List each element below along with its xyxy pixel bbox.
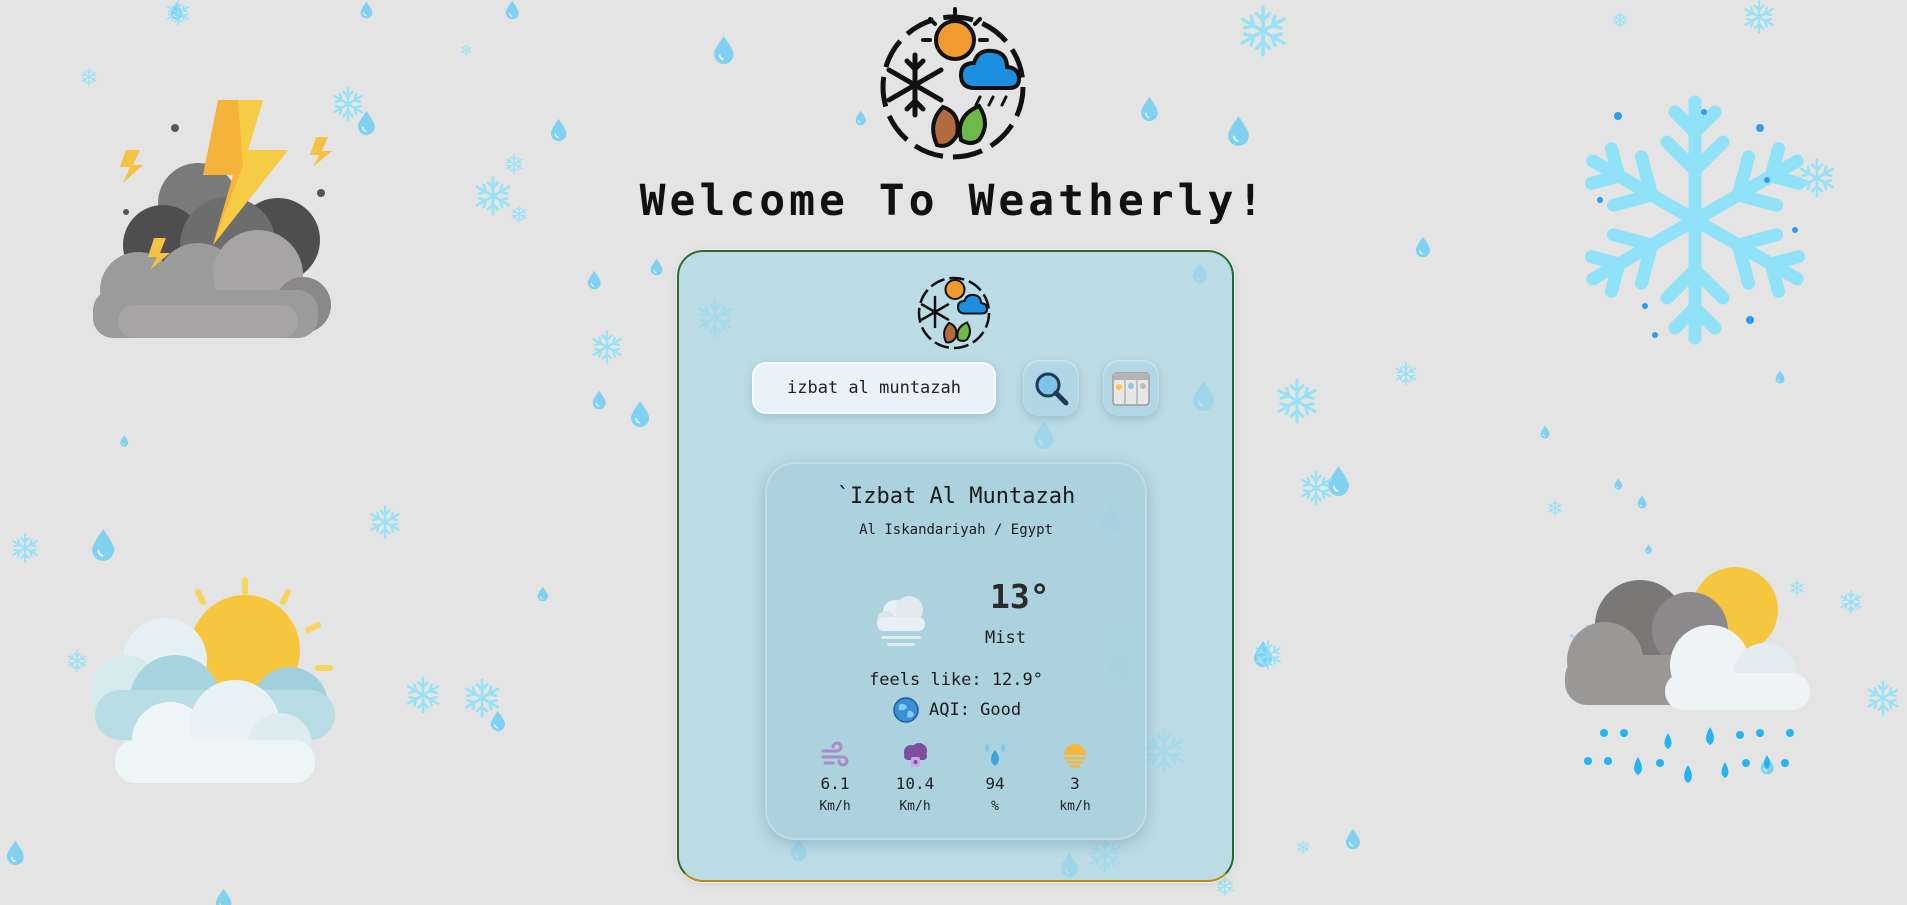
magnifier-icon (1035, 372, 1069, 406)
panel-logo (915, 272, 993, 354)
snowflake-icon (12, 533, 38, 563)
rain-sun-cloud-icon (1565, 567, 1810, 783)
snowflake-icon (166, 0, 190, 26)
raindrop-icon (1345, 828, 1360, 850)
snowflake-icon (1296, 840, 1310, 854)
weather-condition: Mist (985, 628, 1026, 648)
raindrop-icon (1228, 116, 1249, 146)
mist-cloud-icon (877, 596, 925, 646)
raindrop-icon (358, 110, 375, 136)
raindrop-icon (1254, 641, 1273, 667)
globe-icon (893, 697, 919, 723)
aqi-value: AQI: Good (929, 700, 1022, 720)
city-search-input[interactable] (752, 362, 996, 414)
forecast-calendar-icon (1112, 372, 1150, 406)
feels-like-temperature: feels like: 12.9° (869, 670, 1043, 690)
raindrop-icon (1775, 370, 1785, 384)
weatherly-seasons-logo-icon (880, 7, 1026, 160)
raindrop-icon (550, 118, 567, 142)
raindrop-icon (1141, 96, 1158, 122)
header-logo (875, 5, 1031, 165)
snowflake-icon (1300, 470, 1332, 506)
raindrop-icon (505, 0, 519, 20)
raindrop-icon (92, 529, 115, 561)
temperature-value: 13° (990, 577, 1050, 616)
raindrop-icon (1614, 478, 1623, 490)
snowflake-icon (1840, 590, 1862, 614)
snowflake-icon (460, 44, 472, 56)
snowflake-icon (67, 650, 87, 672)
raindrop-icon (650, 258, 663, 276)
visibility-sun-icon (1064, 744, 1086, 768)
raindrop-icon (1540, 425, 1550, 439)
gust-speed-value: 10.4 (895, 774, 935, 793)
raindrop-icon (592, 390, 606, 410)
city-name: `Izbat Al Muntazah (836, 484, 1076, 509)
raindrop-icon (537, 586, 548, 602)
welcome-title: Welcome To Weatherly! (639, 176, 1268, 226)
snowflake-icon (1744, 0, 1774, 34)
raindrop-icon (360, 1, 373, 19)
air-quality-row: AQI: Good (893, 697, 1021, 723)
raindrop-icon (1415, 236, 1430, 258)
humidity-unit: % (991, 799, 999, 814)
raindrop-icon (490, 710, 505, 732)
snowflake-icon (1255, 640, 1281, 670)
humidity-value: 94 (985, 774, 1005, 793)
snowflake-icon (505, 154, 523, 174)
snowflake-icon (1240, 5, 1286, 57)
partly-sunny-icon (90, 577, 335, 783)
weatherly-page: Welcome To Weatherly! izbat al muntazah … (0, 0, 1907, 905)
raindrop-icon (631, 401, 650, 427)
gust-cloud-icon (904, 743, 927, 767)
snowflake-icon (406, 676, 440, 714)
weather-app-panel: `Izbat Al Muntazah Al Iskandariyah / Egy… (677, 250, 1234, 882)
raindrop-icon (215, 888, 232, 905)
forecast-calendar-button[interactable] (1103, 360, 1159, 416)
wind-speed-unit: Km/h (819, 799, 851, 814)
raindrop-icon (1645, 544, 1652, 554)
weather-stats: 6.1 Km/h 10.4 Km/h 94 % 3 km/h (805, 740, 1105, 814)
gust-speed-unit: Km/h (899, 799, 931, 814)
snowflake-icon (1548, 500, 1562, 516)
visibility-unit: km/h (1059, 799, 1091, 814)
snowflake-icon (1613, 12, 1627, 28)
region-country: Al Iskandariyah / Egypt (859, 522, 1053, 538)
humidity-drops-icon (985, 743, 1005, 766)
raindrop-icon (1328, 466, 1349, 496)
snowflake-icon (81, 68, 97, 86)
weatherly-seasons-logo-icon (917, 276, 991, 350)
snowflake-icon (370, 505, 400, 539)
stat-visibility: 3 km/h (1045, 740, 1105, 814)
snowflake-icon (1395, 362, 1417, 386)
snowflake-icon (1277, 378, 1317, 424)
snowflake-icon (592, 330, 622, 364)
search-button[interactable] (1023, 360, 1079, 416)
raindrop-icon (587, 270, 601, 290)
snowflake-icon (464, 678, 500, 718)
stat-wind: 6.1 Km/h (805, 740, 865, 814)
visibility-value: 3 (1070, 774, 1080, 793)
stat-gust: 10.4 Km/h (885, 740, 945, 814)
wind-icon (821, 741, 849, 767)
wind-speed-value: 6.1 (820, 774, 850, 793)
raindrop-icon (1637, 495, 1647, 509)
raindrop-icon (7, 840, 24, 866)
raindrop-icon (855, 110, 866, 126)
current-weather-card: `Izbat Al Muntazah Al Iskandariyah / Egy… (765, 462, 1147, 840)
raindrop-icon (170, 2, 183, 20)
stat-humidity: 94 % (965, 740, 1025, 814)
snowflake-icon (1867, 680, 1899, 716)
raindrop-icon (120, 435, 129, 447)
raindrop-icon (714, 36, 734, 64)
